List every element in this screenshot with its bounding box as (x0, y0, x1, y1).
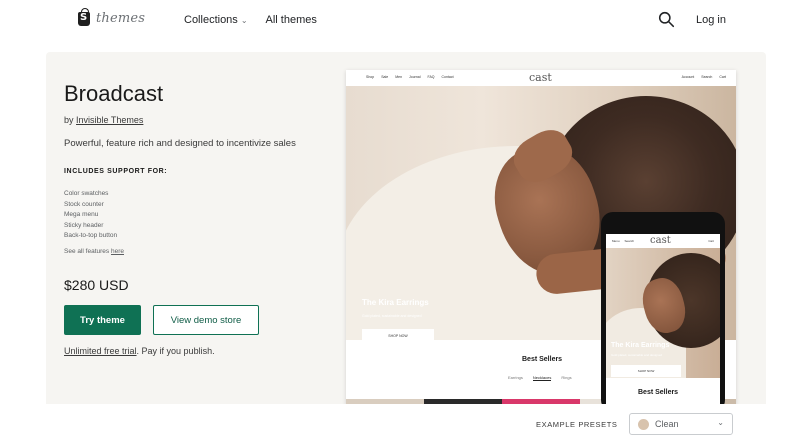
see-all-text: See all features (64, 248, 110, 255)
nav-all-themes[interactable]: All themes (266, 14, 317, 26)
login-link[interactable]: Log in (696, 14, 726, 26)
preview-nav: Shop Sale Men Journal FAQ Contact cast A… (346, 70, 736, 86)
example-presets-label: EXAMPLE PRESETS (536, 420, 618, 429)
preview-section-title: Best Sellers (522, 356, 563, 363)
trial-suffix: . Pay if you publish. (136, 346, 215, 356)
preview-hero-title: The Kira Earrings (362, 298, 429, 307)
top-navigation-bar: themes Collections⌄ All themes Log in (0, 0, 806, 42)
preview-nav-item: Cart (719, 75, 726, 79)
feature-list: Color swatches Stock counter Mega menu S… (64, 189, 117, 242)
logo-text: themes (96, 11, 146, 26)
search-icon[interactable] (658, 11, 675, 28)
preset-selected-value: Clean (655, 419, 679, 429)
see-all-features: See all features here (64, 248, 124, 255)
mobile-hero-photo: The Kira Earrings Gold plated, sustainab… (606, 248, 720, 378)
preset-select[interactable]: Clean ⌄ (629, 413, 733, 435)
mobile-nav-item: Search (624, 239, 635, 243)
main-nav: Collections ⌄ All themes (184, 14, 317, 26)
mobile-nav-item: Cart (708, 239, 714, 243)
view-demo-store-button[interactable]: View demo store (153, 305, 259, 335)
theme-title: Broadcast (64, 81, 164, 106)
mobile-nav-item: Menu (612, 239, 620, 243)
mobile-shop-now-button: SHOP NOW (611, 365, 681, 377)
preview-tab: Earrings (508, 375, 523, 380)
shopify-themes-logo[interactable]: themes (78, 7, 146, 26)
chevron-down-icon: ⌄ (717, 418, 724, 427)
preview-nav-item: Shop (366, 75, 375, 79)
trial-note: Unlimited free trial. Pay if you publish… (64, 346, 215, 356)
preview-tab-active: Necklaces (532, 375, 552, 381)
nav-collections[interactable]: Collections ⌄ (184, 14, 248, 26)
mobile-hero-subtitle: Gold plated, sustainable and designed (611, 353, 663, 357)
feature-item: Back-to-top button (64, 232, 118, 239)
preview-nav-item: FAQ (427, 75, 435, 79)
support-heading: INCLUDES SUPPORT FOR: (64, 168, 168, 175)
author-link[interactable]: Invisible Themes (76, 115, 143, 125)
preview-nav-item: Sale (381, 75, 389, 79)
preview-tab: Rings (561, 375, 572, 380)
preview-nav-item: Men (395, 75, 403, 79)
chevron-down-icon: ⌄ (240, 16, 248, 25)
mobile-screen: Menu Search cast Cart The Kira Earrings … (606, 234, 720, 412)
preview-nav-item: Contact (441, 75, 454, 79)
shopify-bag-icon (78, 7, 90, 26)
preview-brand-logo: cast (529, 71, 552, 84)
nav-collections-label: Collections (184, 14, 238, 26)
by-prefix: by (64, 115, 74, 125)
theme-author-line: by Invisible Themes (64, 115, 143, 125)
mobile-preview[interactable]: Menu Search cast Cart The Kira Earrings … (601, 212, 725, 412)
unlimited-trial-link[interactable]: Unlimited free trial (64, 346, 137, 356)
preview-tabs: Earrings Necklaces Rings (508, 375, 572, 381)
feature-item: Stock counter (64, 200, 104, 208)
see-all-link[interactable]: here (111, 248, 124, 255)
feature-item: Color swatches (64, 190, 109, 197)
preview-nav-item: Search (701, 75, 713, 79)
mobile-brand-logo: cast (650, 235, 671, 246)
mobile-hero-title: The Kira Earrings (611, 342, 670, 349)
preview-nav-item: Account (681, 75, 695, 79)
preview-shop-now-button: SHOP NOW (362, 329, 434, 340)
mobile-section-title: Best Sellers (638, 389, 679, 396)
theme-price: $280 USD (64, 277, 129, 293)
feature-item: Mega menu (64, 211, 99, 218)
mobile-nav: Menu Search cast Cart (606, 234, 720, 248)
preview-hero-subtitle: Gold plated, sustainable and designed (362, 314, 422, 318)
feature-item: Sticky header (64, 221, 104, 229)
preview-nav-item: Journal (409, 75, 421, 79)
try-theme-button[interactable]: Try theme (64, 305, 141, 335)
preset-swatch (638, 418, 649, 430)
theme-description: Powerful, feature rich and designed to i… (64, 138, 296, 149)
